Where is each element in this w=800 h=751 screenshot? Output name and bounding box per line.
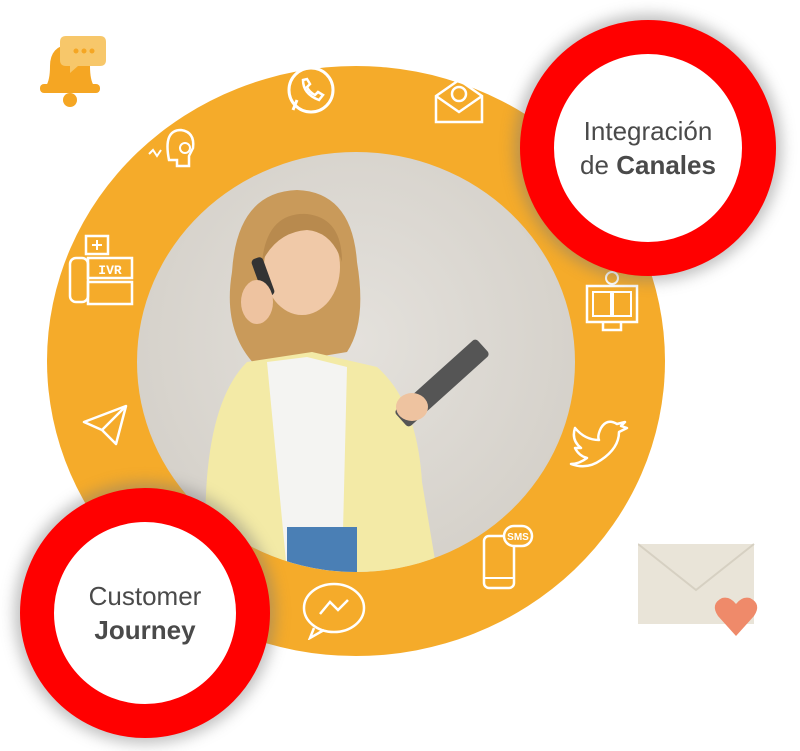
- whatsapp-icon: [283, 62, 339, 118]
- badge-line-2: de Canales: [580, 148, 716, 182]
- telegram-icon: [80, 402, 130, 448]
- voice-assistant-icon: [145, 120, 201, 176]
- ivr-label: IVR: [98, 263, 122, 278]
- badge-bold-word: Canales: [616, 150, 716, 180]
- email-envelope-icon: [430, 74, 488, 128]
- twitter-icon: [567, 420, 633, 476]
- badge-prefix: de: [580, 150, 609, 180]
- badge-bold-word: Journey: [94, 615, 196, 645]
- badge-line-1: Integración: [583, 116, 713, 146]
- messenger-icon: [298, 580, 370, 640]
- sms-phone-icon: SMS: [480, 522, 536, 594]
- video-call-icon: [583, 270, 641, 336]
- sms-label: SMS: [507, 532, 529, 543]
- ivr-phone-icon: IVR: [62, 232, 138, 310]
- channel-integration-badge: Integración de Canales: [520, 20, 776, 276]
- bell-notification-icon: [28, 28, 112, 112]
- love-letter-icon: [638, 540, 762, 640]
- badge-line-1: Customer: [88, 581, 202, 611]
- customer-journey-badge: Customer Journey: [20, 488, 270, 738]
